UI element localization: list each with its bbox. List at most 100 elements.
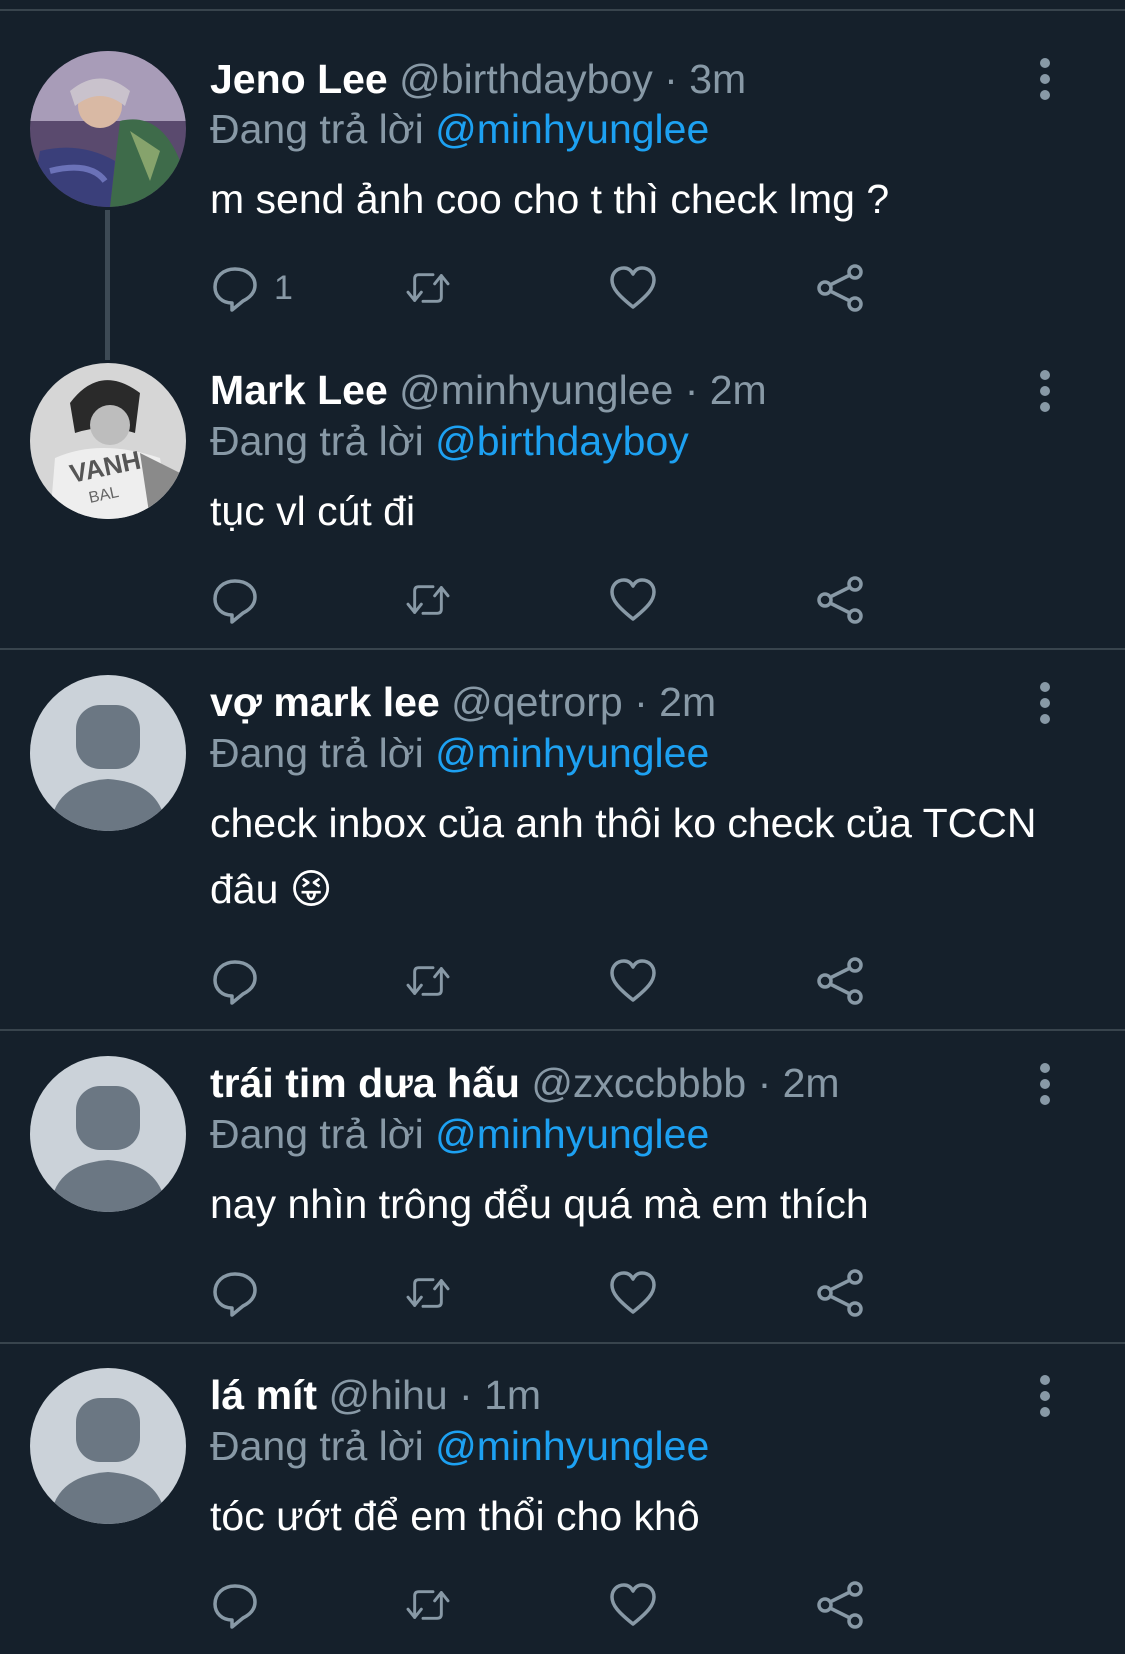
- more-options-button[interactable]: [1030, 57, 1060, 101]
- replying-to-mention[interactable]: @minhyunglee: [435, 1423, 709, 1469]
- reply-icon: [213, 1584, 257, 1629]
- reply-button[interactable]: [210, 573, 274, 627]
- more-vertical-icon: [1040, 1375, 1050, 1417]
- replying-prefix: Đang trả lời: [210, 1423, 424, 1469]
- share-button[interactable]: [815, 1266, 865, 1320]
- reply-icon: [213, 960, 257, 1005]
- more-vertical-icon: [1040, 682, 1050, 724]
- tweet-divider: [0, 648, 1125, 650]
- avatar[interactable]: [30, 51, 186, 207]
- share-icon: [817, 1269, 863, 1317]
- tweet-text: tóc ướt để em thổi cho khô: [210, 1493, 700, 1539]
- share-button[interactable]: [815, 1578, 865, 1632]
- replying-prefix: Đang trả lời: [210, 1111, 424, 1157]
- retweet-icon: [406, 1278, 450, 1308]
- share-button[interactable]: [815, 261, 865, 315]
- display-name[interactable]: trái tim dưa hấu: [210, 1060, 520, 1106]
- heart-icon: [610, 1583, 656, 1626]
- replying-to-line: Đang trả lời @minhyunglee: [210, 1108, 709, 1160]
- tweet-text: m send ảnh coo cho t thì check lmg ?: [210, 176, 890, 222]
- like-button[interactable]: [608, 954, 658, 1008]
- replying-prefix: Đang trả lời: [210, 106, 424, 152]
- separator-dot: ·: [684, 367, 699, 413]
- share-icon: [817, 957, 863, 1005]
- default-avatar-icon: [30, 1056, 186, 1212]
- replying-to-line: Đang trả lời @minhyunglee: [210, 727, 709, 779]
- heart-icon: [610, 266, 656, 309]
- retweet-button[interactable]: [403, 1266, 453, 1320]
- avatar[interactable]: [30, 1056, 186, 1212]
- reply-icon: [213, 267, 257, 312]
- heart-icon: [610, 1271, 656, 1314]
- more-vertical-icon: [1040, 1063, 1050, 1105]
- replying-to-mention[interactable]: @minhyunglee: [435, 730, 709, 776]
- replying-to-line: Đang trả lời @minhyunglee: [210, 1420, 709, 1472]
- more-options-button[interactable]: [1030, 681, 1060, 725]
- display-name[interactable]: Jeno Lee: [210, 56, 388, 102]
- timestamp[interactable]: 2m: [659, 679, 716, 725]
- share-icon: [817, 1581, 863, 1629]
- heart-icon: [610, 959, 656, 1002]
- more-options-button[interactable]: [1030, 1062, 1060, 1106]
- reply-button[interactable]: [210, 1266, 274, 1320]
- tweet-divider: [0, 1342, 1125, 1344]
- timestamp[interactable]: 1m: [484, 1372, 541, 1418]
- more-vertical-icon: [1040, 370, 1050, 412]
- username-handle[interactable]: @birthdayboy: [399, 56, 653, 102]
- replying-prefix: Đang trả lời: [210, 418, 424, 464]
- separator-dot: ·: [459, 1372, 473, 1418]
- reply-button[interactable]: 1: [210, 261, 293, 315]
- username-handle[interactable]: @qetrorp: [451, 679, 623, 725]
- display-name[interactable]: lá mít: [210, 1372, 317, 1418]
- tweet-header: trái tim dưa hấu @zxccbbbb · 2m: [210, 1057, 840, 1109]
- separator-dot: ·: [664, 56, 678, 102]
- timestamp[interactable]: 2m: [710, 367, 767, 413]
- display-name[interactable]: Mark Lee: [210, 367, 388, 413]
- like-button[interactable]: [608, 261, 658, 315]
- replying-prefix: Đang trả lời: [210, 730, 424, 776]
- retweet-button[interactable]: [403, 261, 453, 315]
- tweet-text: tục vl cút đi: [210, 488, 416, 534]
- retweet-icon: [406, 1590, 450, 1620]
- reply-count: 1: [274, 268, 293, 307]
- username-handle[interactable]: @minhyunglee: [399, 367, 673, 413]
- reply-icon: [213, 579, 257, 624]
- like-button[interactable]: [608, 573, 658, 627]
- share-button[interactable]: [815, 573, 865, 627]
- thread-connector: [105, 210, 110, 360]
- share-button[interactable]: [815, 954, 865, 1008]
- tweet-divider: [0, 1029, 1125, 1031]
- tweet-text: check inbox của anh thôi ko check của TC…: [210, 800, 1037, 912]
- more-options-button[interactable]: [1030, 1374, 1060, 1418]
- tweet-header: Jeno Lee @birthdayboy · 3m: [210, 53, 746, 105]
- more-vertical-icon: [1040, 58, 1050, 100]
- retweet-button[interactable]: [403, 573, 453, 627]
- default-avatar-icon: [30, 675, 186, 831]
- separator-dot: ·: [634, 679, 648, 725]
- like-button[interactable]: [608, 1266, 658, 1320]
- replying-to-mention[interactable]: @birthdayboy: [435, 418, 689, 464]
- like-button[interactable]: [608, 1578, 658, 1632]
- tweet-header: Mark Lee @minhyunglee · 2m: [210, 364, 767, 416]
- replying-to-mention[interactable]: @minhyunglee: [435, 1111, 709, 1157]
- retweet-icon: [406, 966, 450, 996]
- timestamp[interactable]: 3m: [689, 56, 746, 102]
- avatar[interactable]: VANH BAL: [30, 363, 186, 519]
- display-name[interactable]: vợ mark lee: [210, 679, 440, 725]
- reply-button[interactable]: [210, 1578, 274, 1632]
- replying-to-line: Đang trả lời @minhyunglee: [210, 103, 709, 155]
- retweet-button[interactable]: [403, 954, 453, 1008]
- timestamp[interactable]: 2m: [783, 1060, 840, 1106]
- avatar[interactable]: [30, 675, 186, 831]
- reply-icon: [213, 1272, 257, 1317]
- replying-to-line: Đang trả lời @birthdayboy: [210, 415, 689, 467]
- more-options-button[interactable]: [1030, 369, 1060, 413]
- retweet-button[interactable]: [403, 1578, 453, 1632]
- replying-to-mention[interactable]: @minhyunglee: [435, 106, 709, 152]
- retweet-icon: [406, 273, 450, 303]
- reply-button[interactable]: [210, 954, 274, 1008]
- avatar[interactable]: [30, 1368, 186, 1524]
- username-handle[interactable]: @zxccbbbb: [531, 1060, 746, 1106]
- separator-dot: ·: [757, 1060, 772, 1106]
- username-handle[interactable]: @hihu: [329, 1372, 448, 1418]
